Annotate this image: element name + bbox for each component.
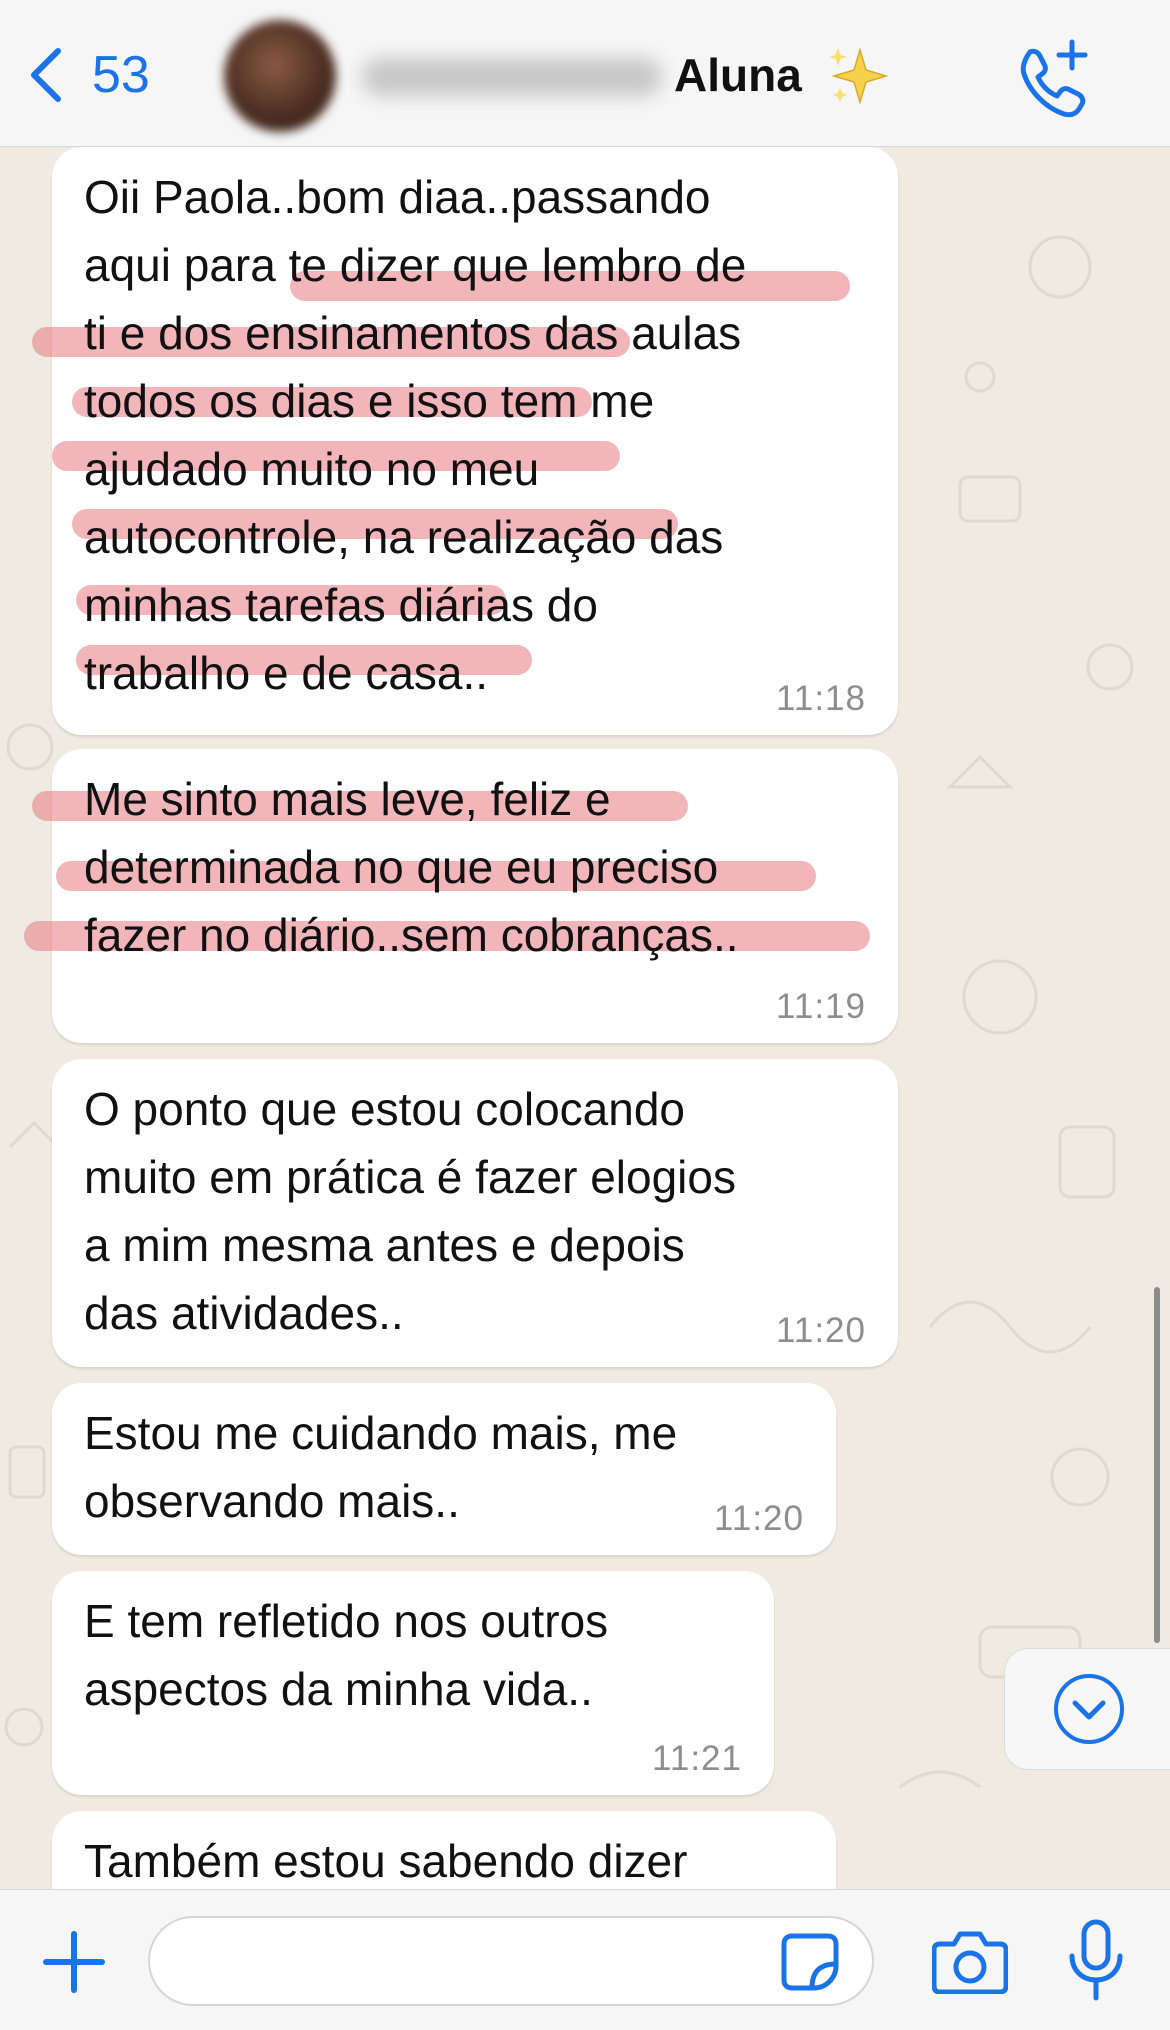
chat-area[interactable]: Oii Paola..bom diaa..passando aqui para t…: [0, 147, 1170, 1889]
message-text: Oii Paola..bom diaa..passando aqui para t…: [84, 171, 747, 699]
message-bubble[interactable]: Estou me cuidando mais, me observando mai…: [52, 1383, 836, 1555]
chat-header: 53 Aluna: [0, 0, 1170, 147]
add-call-icon[interactable]: [1012, 38, 1092, 118]
scrollbar[interactable]: [1154, 1287, 1160, 1643]
sticker-icon[interactable]: [780, 1932, 840, 1992]
unread-count: 53: [92, 46, 150, 104]
chevron-left-icon: [31, 48, 61, 102]
message-bubble[interactable]: E tem refletido nos outros aspectos da mi…: [52, 1571, 774, 1795]
message-time: 11:19: [776, 987, 866, 1026]
message-time: 11:20: [714, 1499, 804, 1538]
message-text: Estou me cuidando mais, me observando mai…: [84, 1407, 678, 1527]
message-text: Também estou sabendo dizer: [84, 1835, 688, 1887]
message-bubble[interactable]: Me sinto mais leve, feliz e determinada n…: [24, 749, 898, 1043]
contact-name-blurred[interactable]: [362, 58, 662, 96]
message-bubble[interactable]: Também estou sabendo dizer: [52, 1811, 836, 1889]
message-time: 11:21: [652, 1739, 742, 1778]
message-text: Me sinto mais leve, feliz e determinada n…: [84, 773, 739, 961]
microphone-icon[interactable]: [1066, 1918, 1126, 2002]
message-text: E tem refletido nos outros aspectos da mi…: [84, 1595, 609, 1715]
message-time: 11:20: [776, 1311, 866, 1350]
composer-bar: [0, 1889, 1170, 2030]
plus-icon[interactable]: [40, 1928, 108, 1996]
message-text: O ponto que estou colocando muito em prát…: [84, 1083, 736, 1339]
scroll-to-bottom-button[interactable]: [1004, 1648, 1170, 1770]
message-bubble[interactable]: O ponto que estou colocando muito em prát…: [52, 1059, 898, 1367]
message-input[interactable]: [148, 1916, 874, 2006]
camera-icon[interactable]: [932, 1928, 1008, 1994]
back-button[interactable]: 53: [26, 40, 150, 110]
message-time: 11:18: [776, 679, 866, 718]
message-bubble[interactable]: Oii Paola..bom diaa..passando aqui para t…: [32, 147, 898, 735]
chevron-down-circle-icon: [1054, 1674, 1124, 1744]
sparkles-icon: [829, 47, 889, 105]
contact-name[interactable]: Aluna: [674, 48, 802, 102]
contact-avatar[interactable]: [224, 20, 336, 132]
